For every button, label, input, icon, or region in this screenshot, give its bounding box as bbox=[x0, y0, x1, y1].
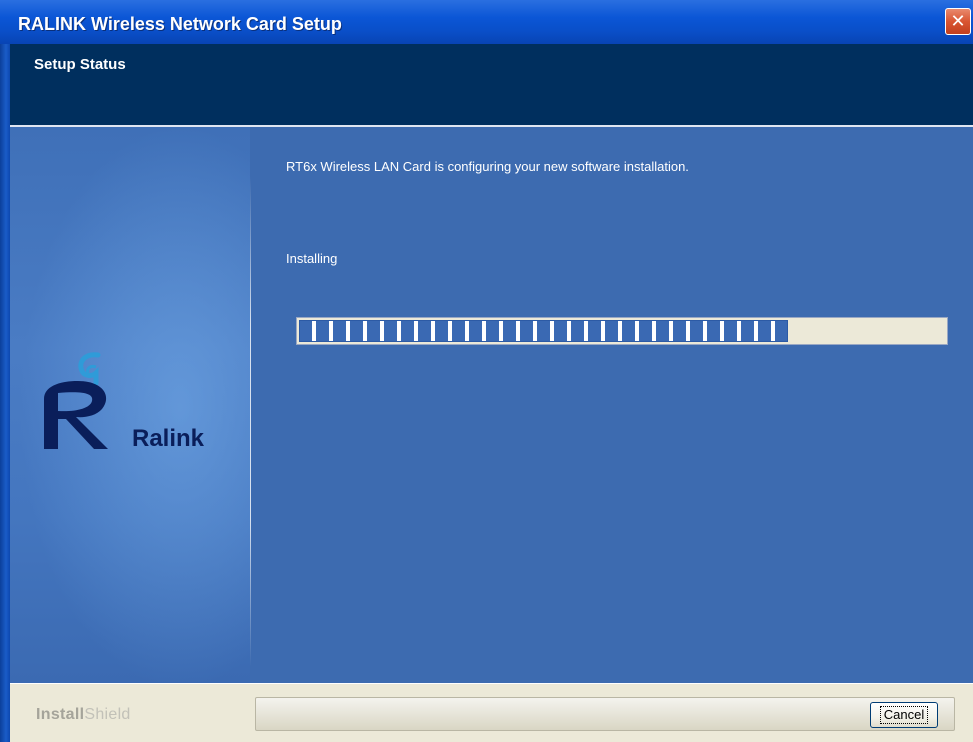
setup-window: RALINK Wireless Network Card Setup ✕ Set… bbox=[0, 0, 973, 742]
close-icon: ✕ bbox=[950, 11, 966, 32]
ralink-logo: Ralink bbox=[38, 349, 238, 459]
header-band: Setup Status bbox=[10, 44, 973, 126]
logo-text: Ralink bbox=[132, 425, 205, 452]
status-message: RT6x Wireless LAN Card is configuring yo… bbox=[286, 159, 689, 174]
cancel-button[interactable]: Cancel bbox=[870, 702, 938, 728]
panel-divider bbox=[250, 177, 251, 667]
window-title: RALINK Wireless Network Card Setup bbox=[18, 14, 342, 34]
side-panel: Ralink bbox=[10, 127, 250, 683]
installshield-light: Shield bbox=[84, 706, 131, 723]
title-bar[interactable]: RALINK Wireless Network Card Setup ✕ bbox=[0, 0, 973, 44]
close-button[interactable]: ✕ bbox=[945, 8, 971, 35]
progress-fill bbox=[299, 320, 788, 342]
progress-label: Installing bbox=[286, 251, 338, 266]
footer: InstallShield Cancel bbox=[10, 683, 973, 742]
main-content: Ralink RT6x Wireless LAN Card is configu… bbox=[10, 127, 973, 683]
installshield-logo: InstallShield bbox=[36, 706, 131, 724]
page-title: Setup Status bbox=[34, 56, 126, 73]
installshield-bold: Install bbox=[36, 706, 85, 723]
cancel-button-label: Cancel bbox=[879, 706, 929, 724]
progress-bar bbox=[296, 317, 948, 345]
window-left-border bbox=[0, 44, 10, 742]
footer-bar bbox=[255, 697, 955, 731]
